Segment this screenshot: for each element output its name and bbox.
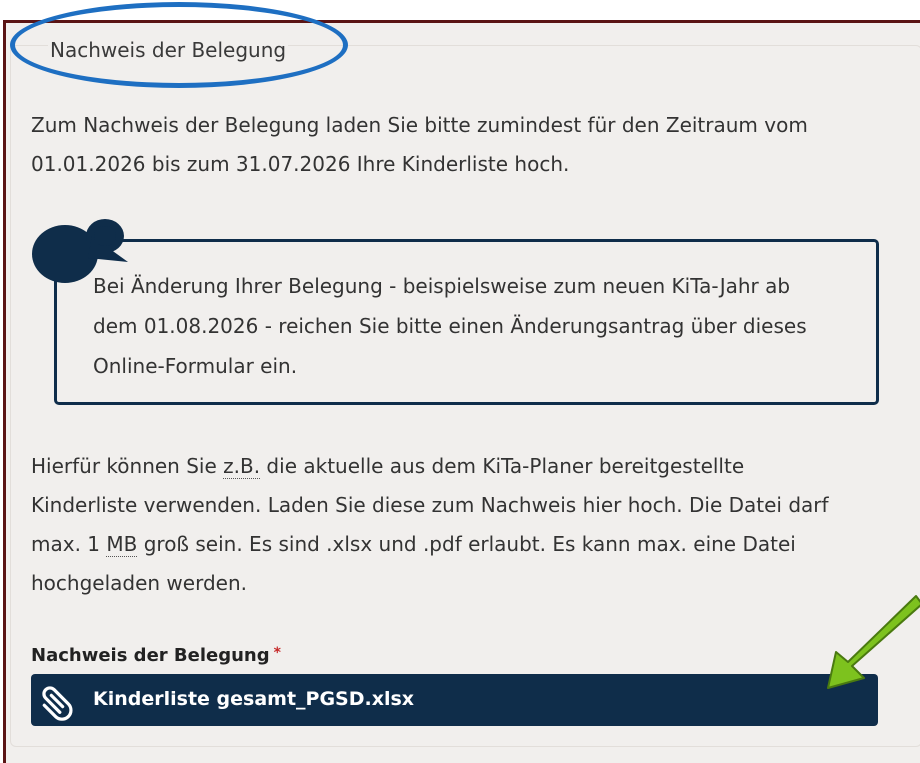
arrow-annotation [827, 595, 920, 689]
notice-text: Bei Änderung Ihrer Belegung - beispielsw… [93, 266, 853, 386]
notice-line-2: dem 01.08.2026 - reichen Sie bitte einen… [93, 314, 807, 338]
uploaded-file-item[interactable]: Kinderliste gesamt_PGSD.xlsx [31, 674, 878, 726]
info-text-3b: groß sein. Es sind .xlsx und .pdf erlaub… [137, 532, 796, 556]
highlight-ellipse-annotation [10, 2, 348, 88]
info-text-3a: max. 1 [31, 532, 107, 556]
upload-instructions: Hierfür können Sie z.B. die aktuelle aus… [31, 447, 891, 603]
info-text-1b: die aktuelle aus dem KiTa-Planer bereitg… [260, 454, 745, 478]
required-marker: * [273, 645, 281, 661]
info-text-2: Kinderliste verwenden. Laden Sie diese z… [31, 493, 829, 517]
uploaded-file-name[interactable]: Kinderliste gesamt_PGSD.xlsx [93, 688, 414, 710]
notice-line-1: Bei Änderung Ihrer Belegung - beispielsw… [93, 274, 791, 298]
notice-line-3: Online-Formular ein. [93, 354, 298, 378]
abbr-zb: z.B. [223, 454, 261, 479]
upload-label-text: Nachweis der Belegung [31, 645, 270, 666]
intro-text: Zum Nachweis der Belegung laden Sie bitt… [31, 106, 881, 184]
info-text-4: hochgeladen werden. [31, 571, 247, 595]
abbr-mb: MB [106, 532, 138, 557]
upload-field-label: Nachweis der Belegung * [31, 645, 281, 666]
intro-line-1: Zum Nachweis der Belegung laden Sie bitt… [31, 113, 808, 137]
info-text-1a: Hierfür können Sie [31, 454, 224, 478]
intro-line-2: 01.01.2026 bis zum 31.07.2026 Ihre Kinde… [31, 152, 570, 176]
paperclip-icon [42, 686, 73, 721]
